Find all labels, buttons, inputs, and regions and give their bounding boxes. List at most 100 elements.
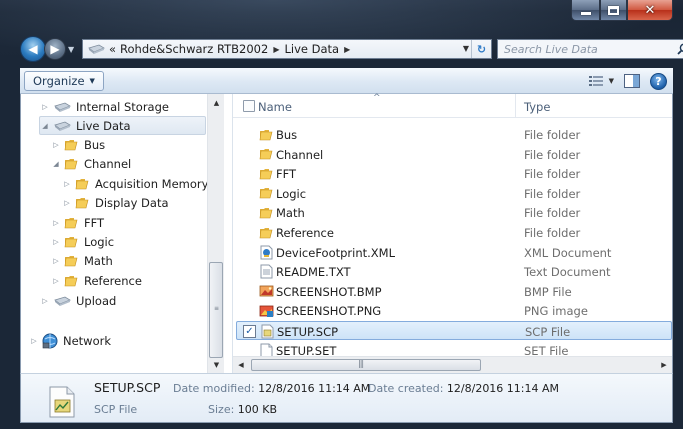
collapsed-triangle-icon[interactable]: ▷ bbox=[51, 277, 61, 285]
select-all-checkbox[interactable] bbox=[243, 100, 255, 112]
breadcrumb-item-live-data[interactable]: Live Data bbox=[284, 42, 339, 56]
column-divider[interactable] bbox=[515, 94, 516, 118]
file-row[interactable]: SCREENSHOT.BMP BMP File bbox=[236, 282, 672, 301]
drive-icon bbox=[53, 120, 71, 132]
scroll-right-arrow-icon[interactable]: ▶ bbox=[656, 357, 672, 373]
breadcrumb-overflow[interactable]: « bbox=[109, 42, 116, 56]
folder-tree: ▷ Internal Storage ◢ Live Data ▷ Bus ◢ Channel ▷… bbox=[21, 94, 207, 373]
scroll-thumb[interactable]: ||| bbox=[251, 359, 481, 371]
address-bar[interactable]: « Rohde&Schwarz RTB2002 ▶ Live Data ▶ ▼ … bbox=[82, 39, 492, 59]
folder-icon bbox=[258, 147, 274, 162]
sidebar-item-display-data[interactable]: ▷ Display Data bbox=[62, 193, 168, 212]
file-row[interactable]: DeviceFootprint.XML XML Document bbox=[236, 243, 672, 262]
details-created-value: 12/8/2016 11:14 AM bbox=[446, 382, 560, 395]
sidebar-item-logic[interactable]: ▷ Logic bbox=[51, 232, 114, 251]
collapsed-triangle-icon[interactable]: ▷ bbox=[51, 141, 61, 149]
change-view-button[interactable]: ▼ bbox=[588, 75, 614, 87]
collapsed-triangle-icon[interactable]: ▷ bbox=[29, 337, 39, 345]
sidebar-item-label: Logic bbox=[84, 234, 115, 249]
sidebar-item-upload[interactable]: ▷ Upload bbox=[40, 291, 116, 310]
folder-icon bbox=[64, 254, 79, 268]
search-box[interactable]: Search Live Data bbox=[497, 39, 683, 59]
xml-file-icon bbox=[258, 245, 274, 260]
sidebar-item-live-data[interactable]: ◢ Live Data bbox=[39, 116, 206, 135]
sidebar-item-fft[interactable]: ▷ FFT bbox=[51, 213, 104, 232]
scroll-up-arrow-icon[interactable]: ▲ bbox=[208, 94, 225, 111]
details-modified-label: Date modified: bbox=[173, 382, 255, 395]
close-button[interactable]: ✕ bbox=[627, 0, 673, 21]
sidebar-item-network[interactable]: ▷ Network bbox=[29, 331, 111, 350]
collapsed-triangle-icon[interactable]: ▷ bbox=[51, 219, 61, 227]
file-row[interactable]: SCREENSHOT.PNG PNG image bbox=[236, 301, 672, 320]
preview-pane-icon[interactable] bbox=[624, 74, 640, 88]
content-area: ▷ Internal Storage ◢ Live Data ▷ Bus ◢ Channel ▷… bbox=[20, 93, 673, 373]
file-row[interactable]: Bus File folder bbox=[236, 125, 672, 144]
file-name: SCREENSHOT.BMP bbox=[276, 284, 382, 299]
column-header-type[interactable]: Type bbox=[524, 100, 550, 114]
sidebar-item-label: Live Data bbox=[76, 118, 131, 133]
collapsed-triangle-icon[interactable]: ▷ bbox=[40, 297, 50, 305]
file-type: Text Document bbox=[524, 265, 611, 280]
folder-icon bbox=[64, 138, 79, 152]
scroll-grip-icon: ||| bbox=[358, 359, 364, 368]
file-name: Logic bbox=[276, 186, 307, 201]
file-row[interactable]: ✓ SETUP.SCP SCP File bbox=[236, 321, 672, 340]
drive-icon bbox=[53, 295, 71, 307]
file-horizontal-scrollbar[interactable]: ◀ ||| ▶ bbox=[233, 356, 672, 373]
file-type: File folder bbox=[524, 147, 581, 162]
breadcrumb-separator-icon[interactable]: ▶ bbox=[344, 45, 350, 54]
help-icon[interactable]: ? bbox=[650, 72, 667, 90]
file-row[interactable]: FFT File folder bbox=[236, 164, 672, 183]
sidebar-item-bus[interactable]: ▷ Bus bbox=[51, 135, 105, 154]
expanded-triangle-icon[interactable]: ◢ bbox=[40, 122, 50, 130]
sidebar-item-math[interactable]: ▷ Math bbox=[51, 251, 112, 270]
collapsed-triangle-icon[interactable]: ▷ bbox=[62, 199, 72, 207]
file-type: File folder bbox=[524, 167, 581, 182]
png-file-icon bbox=[258, 303, 274, 318]
expanded-triangle-icon[interactable]: ◢ bbox=[51, 160, 61, 168]
file-row[interactable]: Math File folder bbox=[236, 203, 672, 222]
forward-button[interactable]: ▶ bbox=[44, 38, 66, 60]
file-row[interactable]: Channel File folder bbox=[236, 145, 672, 164]
back-button[interactable]: ◀ bbox=[20, 36, 46, 62]
network-icon bbox=[42, 333, 58, 349]
scroll-thumb[interactable]: ≡ bbox=[209, 262, 223, 358]
sidebar-item-reference[interactable]: ▷ Reference bbox=[51, 271, 142, 290]
details-file-name: SETUP.SCP bbox=[94, 380, 161, 395]
caption-buttons: ✕ bbox=[571, 0, 673, 22]
file-row[interactable]: Reference File folder bbox=[236, 223, 672, 242]
scroll-down-arrow-icon[interactable]: ▼ bbox=[208, 356, 225, 373]
address-dropdown-icon[interactable]: ▼ bbox=[463, 44, 469, 53]
sidebar-item-internal-storage[interactable]: ▷ Internal Storage bbox=[40, 97, 169, 116]
scroll-left-arrow-icon[interactable]: ◀ bbox=[233, 357, 249, 373]
file-row[interactable]: Logic File folder bbox=[236, 184, 672, 203]
row-checkbox[interactable]: ✓ bbox=[243, 325, 256, 338]
column-header-name[interactable]: Name bbox=[258, 100, 292, 114]
maximize-button[interactable] bbox=[600, 0, 627, 21]
search-input[interactable]: Search Live Data bbox=[504, 43, 673, 56]
file-row[interactable]: README.TXT Text Document bbox=[236, 262, 672, 281]
recent-pages-dropdown[interactable]: ▼ bbox=[68, 45, 74, 54]
sidebar-item-acquisition-memory[interactable]: ▷ Acquisition Memory bbox=[62, 174, 207, 193]
command-bar: Organize ▼ ▼ ? bbox=[20, 68, 673, 94]
close-icon: ✕ bbox=[644, 2, 656, 18]
nav-vertical-scrollbar[interactable]: ▲ ≡ ▼ bbox=[207, 94, 224, 373]
sidebar-item-channel[interactable]: ◢ Channel bbox=[51, 154, 131, 173]
breadcrumb-item-device[interactable]: Rohde&Schwarz RTB2002 bbox=[120, 42, 268, 56]
collapsed-triangle-icon[interactable]: ▷ bbox=[40, 103, 50, 111]
sidebar-item-label: Reference bbox=[84, 273, 142, 288]
organize-button[interactable]: Organize ▼ bbox=[24, 71, 104, 91]
breadcrumb-separator-icon[interactable]: ▶ bbox=[273, 45, 279, 54]
folder-icon bbox=[64, 157, 79, 171]
collapsed-triangle-icon[interactable]: ▷ bbox=[51, 257, 61, 265]
folder-icon bbox=[75, 177, 90, 191]
search-icon[interactable] bbox=[673, 43, 683, 55]
refresh-button[interactable]: ↻ bbox=[471, 40, 491, 58]
minimize-button[interactable] bbox=[571, 0, 600, 21]
sidebar-item-label: FFT bbox=[84, 215, 105, 230]
arrow-left-icon: ◀ bbox=[28, 42, 38, 56]
collapsed-triangle-icon[interactable]: ▷ bbox=[62, 180, 72, 188]
file-name: FFT bbox=[276, 167, 297, 182]
collapsed-triangle-icon[interactable]: ▷ bbox=[51, 238, 61, 246]
breadcrumb: « Rohde&Schwarz RTB2002 ▶ Live Data ▶ bbox=[105, 42, 355, 56]
